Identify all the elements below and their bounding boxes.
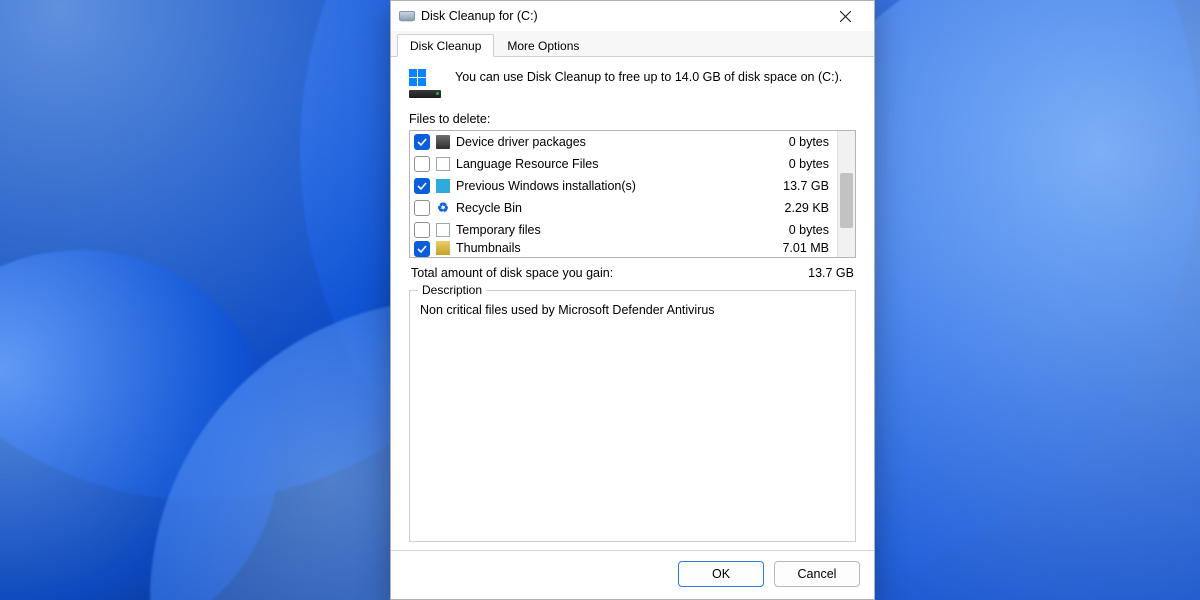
description-legend: Description xyxy=(418,283,486,297)
list-item[interactable]: Thumbnails 7.01 MB xyxy=(410,241,837,257)
files-list: Device driver packages 0 bytes Language … xyxy=(409,130,856,258)
cancel-button[interactable]: Cancel xyxy=(774,561,860,587)
list-item-size: 7.01 MB xyxy=(782,241,829,255)
list-item-size: 0 bytes xyxy=(789,223,829,237)
total-row: Total amount of disk space you gain: 13.… xyxy=(411,266,854,280)
list-item-size: 13.7 GB xyxy=(783,179,829,193)
list-item-label: Temporary files xyxy=(456,223,789,237)
list-item[interactable]: Language Resource Files 0 bytes xyxy=(410,153,837,175)
list-item-label: Device driver packages xyxy=(456,135,789,149)
disk-cleanup-dialog: Disk Cleanup for (C:) Disk Cleanup More … xyxy=(390,0,875,600)
scrollbar[interactable] xyxy=(837,131,855,257)
checkbox-icon[interactable] xyxy=(414,156,430,172)
driver-package-icon xyxy=(436,135,450,149)
list-item-size: 0 bytes xyxy=(789,135,829,149)
intro-row: You can use Disk Cleanup to free up to 1… xyxy=(409,69,856,98)
window-title: Disk Cleanup for (C:) xyxy=(421,9,538,23)
recycle-bin-icon: ♻ xyxy=(436,201,450,215)
checkbox-icon[interactable] xyxy=(414,178,430,194)
list-item[interactable]: Device driver packages 0 bytes xyxy=(410,131,837,153)
total-value: 13.7 GB xyxy=(808,266,854,280)
close-button[interactable] xyxy=(824,2,866,30)
description-group: Description Non critical files used by M… xyxy=(409,290,856,542)
list-item-size: 0 bytes xyxy=(789,157,829,171)
list-item-size: 2.29 KB xyxy=(785,201,829,215)
titlebar[interactable]: Disk Cleanup for (C:) xyxy=(391,1,874,31)
list-item[interactable]: Temporary files 0 bytes xyxy=(410,219,837,241)
drive-icon xyxy=(409,69,443,98)
windows-install-icon xyxy=(436,179,450,193)
files-to-delete-label: Files to delete: xyxy=(409,112,856,126)
list-item-label: Recycle Bin xyxy=(456,201,785,215)
list-item-label: Language Resource Files xyxy=(456,157,789,171)
thumbnails-icon xyxy=(436,241,450,255)
disk-cleanup-icon xyxy=(399,11,415,21)
scrollbar-thumb[interactable] xyxy=(840,173,853,228)
tab-more-options[interactable]: More Options xyxy=(494,34,592,57)
intro-text: You can use Disk Cleanup to free up to 1… xyxy=(455,69,842,98)
file-page-icon xyxy=(436,157,450,171)
close-icon xyxy=(840,11,851,22)
dialog-footer: OK Cancel xyxy=(391,550,874,599)
total-label: Total amount of disk space you gain: xyxy=(411,266,613,280)
files-list-items: Device driver packages 0 bytes Language … xyxy=(410,131,837,257)
tab-content: You can use Disk Cleanup to free up to 1… xyxy=(391,57,874,550)
tab-disk-cleanup[interactable]: Disk Cleanup xyxy=(397,34,494,57)
list-item[interactable]: Previous Windows installation(s) 13.7 GB xyxy=(410,175,837,197)
description-text: Non critical files used by Microsoft Def… xyxy=(420,303,845,317)
list-item-label: Thumbnails xyxy=(456,241,782,255)
list-item[interactable]: ♻ Recycle Bin 2.29 KB xyxy=(410,197,837,219)
checkbox-icon[interactable] xyxy=(414,222,430,238)
file-page-icon xyxy=(436,223,450,237)
checkbox-icon[interactable] xyxy=(414,134,430,150)
list-item-label: Previous Windows installation(s) xyxy=(456,179,783,193)
checkbox-icon[interactable] xyxy=(414,241,430,257)
tab-strip: Disk Cleanup More Options xyxy=(391,31,874,57)
ok-button[interactable]: OK xyxy=(678,561,764,587)
checkbox-icon[interactable] xyxy=(414,200,430,216)
